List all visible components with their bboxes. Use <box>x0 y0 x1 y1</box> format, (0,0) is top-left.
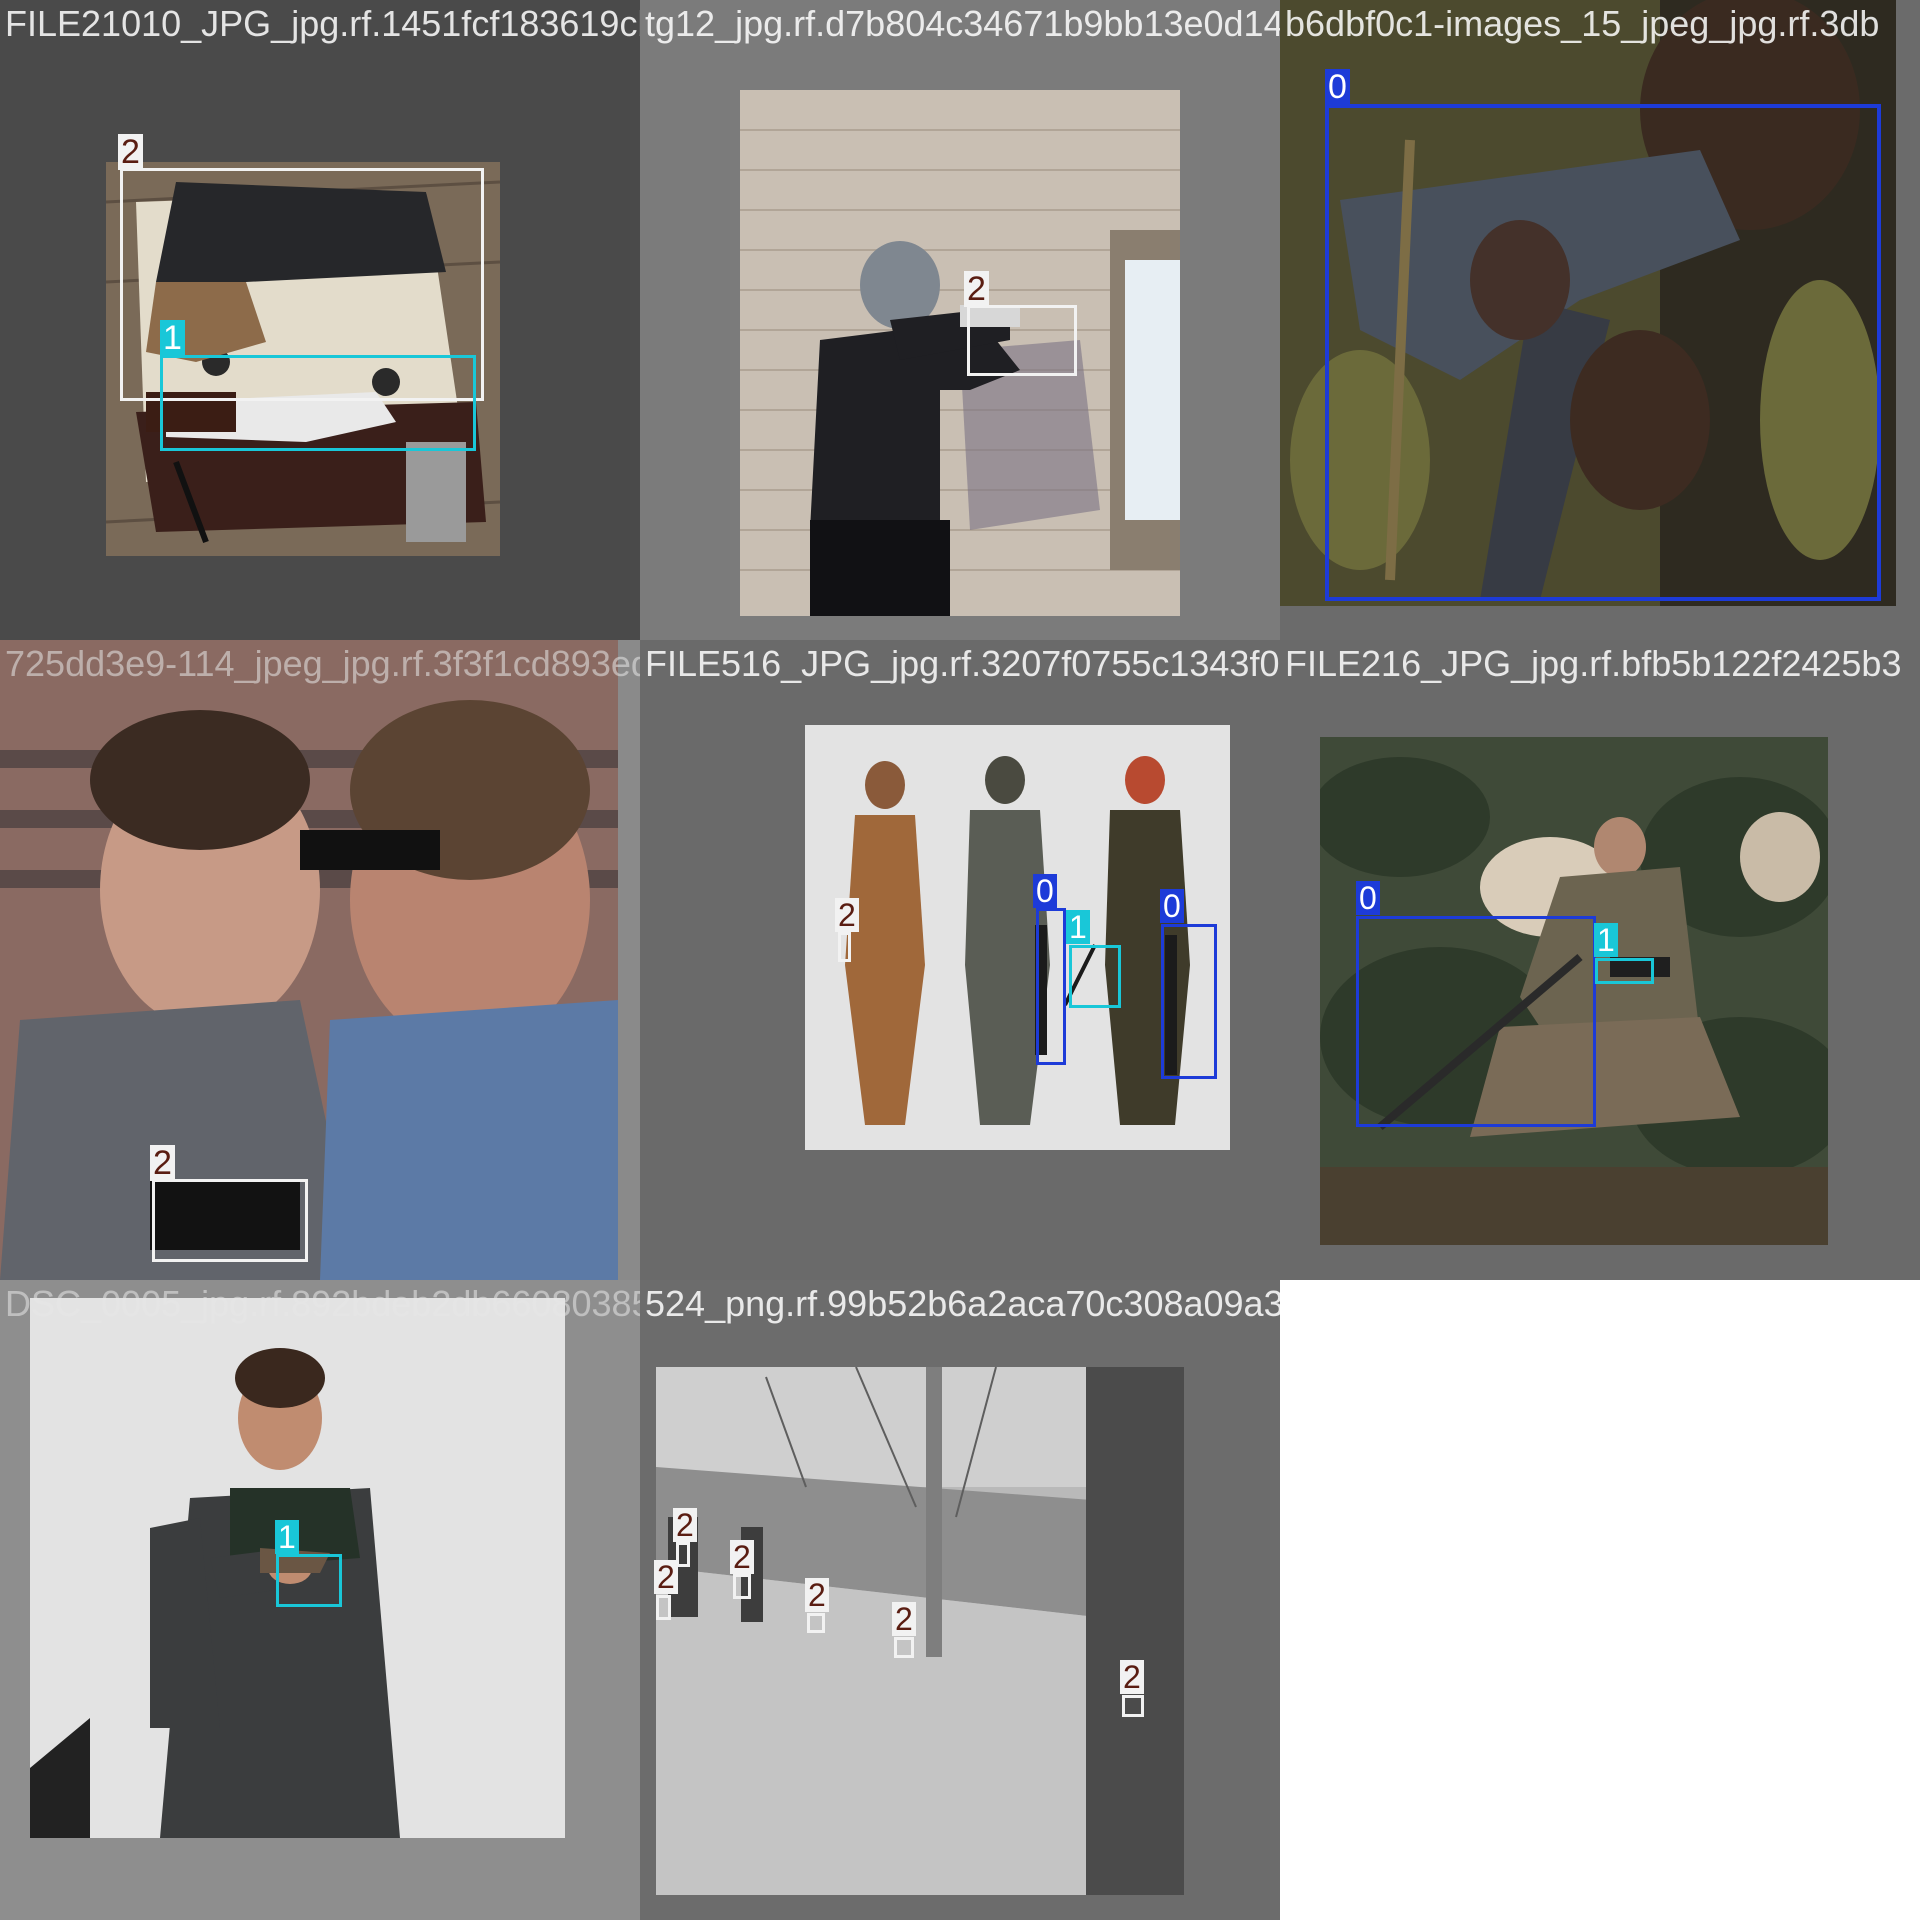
tile-1: 2 1 FILE21010_JPG_jpg.rf.1451fcf183619cb… <box>0 0 640 640</box>
label-t6-b1: 0 <box>1356 881 1380 915</box>
photo-4 <box>0 640 618 1280</box>
box-t8-b3 <box>733 1574 751 1599</box>
tile-2: 2 tg12_jpg.rf.d7b804c34671b9bb13e0d14b36… <box>640 0 1280 640</box>
label-t8-b3: 2 <box>730 1540 754 1574</box>
label-t4-b1: 2 <box>150 1145 175 1181</box>
box-t5-b1 <box>838 932 851 962</box>
box-t2-b1 <box>967 305 1077 376</box>
box-t5-b2 <box>1036 908 1066 1065</box>
box-t8-b6 <box>1122 1695 1144 1717</box>
tile-7: 1 DSC_0005_jpg.rf.892bdeb2db66080385 <box>0 1280 640 1920</box>
photo-8 <box>656 1367 1184 1895</box>
box-t3-b1 <box>1325 104 1881 601</box>
label-t8-b1: 2 <box>673 1508 697 1542</box>
tile-3: 0 b6dbf0c1-images_15_jpeg_jpg.rf.3db <box>1280 0 1920 640</box>
photo-2 <box>740 90 1180 616</box>
box-t8-b2 <box>656 1595 671 1620</box>
box-t8-b1 <box>676 1542 690 1567</box>
caption-tile-5: FILE516_JPG_jpg.rf.3207f0755c1343f05f245 <box>645 643 1280 684</box>
caption-tile-4: 725dd3e9-114_jpeg_jpg.rf.3f3f1cd893ed6a5 <box>5 643 640 684</box>
label-t5-b4: 0 <box>1160 889 1184 923</box>
label-t2-b1: 2 <box>964 271 989 307</box>
label-t1-b1: 2 <box>118 134 143 170</box>
tile-5: 2 0 1 0 FILE516_JPG_jpg.rf.3207f0755c134… <box>640 640 1280 1280</box>
label-t8-b2: 2 <box>654 1560 678 1594</box>
caption-tile-3: b6dbf0c1-images_15_jpeg_jpg.rf.3db <box>1285 3 1880 44</box>
label-t5-b2: 0 <box>1033 874 1057 908</box>
label-t3-b1: 0 <box>1325 69 1350 105</box>
box-t8-b5 <box>894 1637 914 1658</box>
caption-tile-6: FILE216_JPG_jpg.rf.bfb5b122f2425b3 <box>1285 643 1902 684</box>
caption-tile-2: tg12_jpg.rf.d7b804c34671b9bb13e0d14b369 <box>645 3 1280 44</box>
caption-tile-8: 524_png.rf.99b52b6a2aca70c308a09a3c66e05 <box>645 1283 1280 1324</box>
label-t8-b6: 2 <box>1120 1660 1144 1694</box>
tile-8: 2 2 2 2 2 2 524_png.rf.99b52b6a2aca70c30… <box>640 1280 1280 1920</box>
label-t7-b1: 1 <box>275 1520 299 1554</box>
box-t1-b2 <box>160 355 476 451</box>
box-t7-b1 <box>276 1554 342 1607</box>
box-t6-b2 <box>1595 958 1654 984</box>
box-t5-b4 <box>1161 924 1217 1079</box>
box-t8-b4 <box>807 1613 825 1633</box>
label-t6-b2: 1 <box>1594 923 1618 957</box>
caption-tile-1: FILE21010_JPG_jpg.rf.1451fcf183619cb0498… <box>5 3 640 44</box>
box-t6-b1 <box>1356 916 1596 1127</box>
label-t8-b5: 2 <box>892 1602 916 1636</box>
label-t5-b3: 1 <box>1066 910 1090 944</box>
tile-4: 2 725dd3e9-114_jpeg_jpg.rf.3f3f1cd893ed6… <box>0 640 640 1280</box>
label-t1-b2: 1 <box>160 320 185 356</box>
tile-6: 0 1 FILE216_JPG_jpg.rf.bfb5b122f2425b3 <box>1280 640 1920 1280</box>
box-t4-b1 <box>152 1179 308 1262</box>
box-t5-b3 <box>1069 945 1121 1008</box>
label-t8-b4: 2 <box>805 1578 829 1612</box>
label-t5-b1: 2 <box>835 898 859 932</box>
caption-tile-7: DSC_0005_jpg.rf.892bdeb2db66080385 <box>5 1283 640 1324</box>
